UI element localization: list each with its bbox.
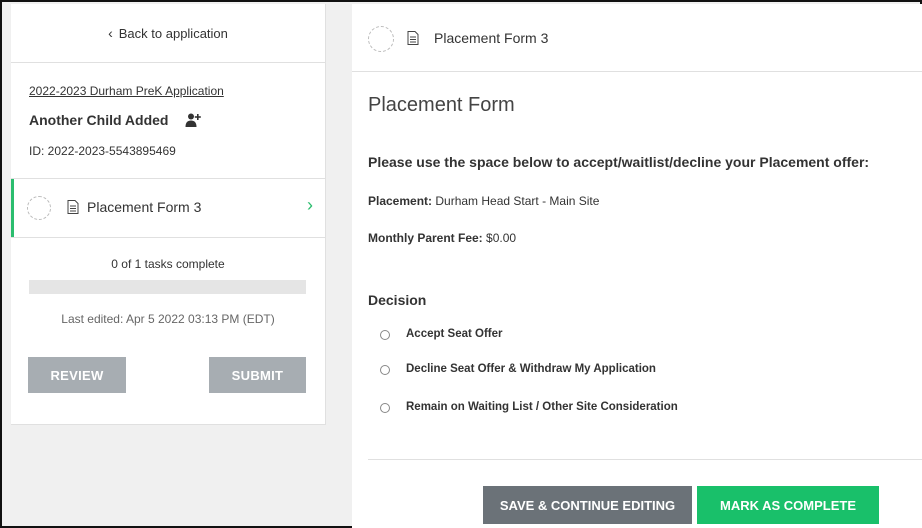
radio-button[interactable] bbox=[380, 365, 390, 375]
task-header: Placement Form 3 bbox=[352, 4, 922, 72]
placement-label: Placement: bbox=[368, 194, 433, 208]
radio-button[interactable] bbox=[380, 330, 390, 340]
fee-label: Monthly Parent Fee: bbox=[368, 231, 483, 245]
child-name: Another Child Added bbox=[29, 112, 169, 128]
sidebar-task-label: Placement Form 3 bbox=[87, 199, 202, 215]
fee-value: $0.00 bbox=[486, 231, 517, 245]
mark-complete-button[interactable]: MARK AS COMPLETE bbox=[697, 486, 879, 524]
last-edited-timestamp: Last edited: Apr 5 2022 03:13 PM (EDT) bbox=[61, 312, 275, 326]
document-icon bbox=[67, 200, 79, 214]
form-title: Placement Form bbox=[368, 94, 515, 116]
back-to-application-link[interactable]: ‹ Back to application bbox=[11, 4, 325, 63]
back-label: Back to application bbox=[118, 26, 228, 41]
submit-button[interactable]: SUBMIT bbox=[209, 357, 306, 393]
option-label: Accept Seat Offer bbox=[406, 328, 503, 340]
application-id: ID: 2022-2023-5543895469 bbox=[29, 144, 176, 158]
option-label: Remain on Waiting List / Other Site Cons… bbox=[406, 401, 678, 413]
pending-circle-icon bbox=[368, 26, 394, 52]
document-icon bbox=[407, 31, 419, 45]
main-panel: Placement Form 3 Placement Form Please u… bbox=[352, 4, 922, 528]
chevron-left-icon: ‹ bbox=[108, 25, 113, 41]
tasks-complete-count: 0 of 1 tasks complete bbox=[111, 257, 225, 271]
pending-circle-icon bbox=[27, 196, 51, 220]
sidebar-task-placement-form[interactable]: Placement Form 3 › bbox=[11, 178, 325, 238]
task-header-label: Placement Form 3 bbox=[434, 30, 549, 46]
sidebar: ‹ Back to application 2022-2023 Durham Pr… bbox=[11, 4, 326, 425]
save-continue-button[interactable]: SAVE & CONTINUE EDITING bbox=[483, 486, 692, 524]
application-name-link[interactable]: 2022-2023 Durham PreK Application bbox=[29, 84, 224, 98]
decision-label: Decision bbox=[368, 292, 427, 308]
placement-value: Durham Head Start - Main Site bbox=[435, 194, 600, 208]
chevron-right-icon[interactable]: › bbox=[307, 195, 313, 216]
active-indicator bbox=[11, 179, 14, 237]
review-button[interactable]: REVIEW bbox=[28, 357, 126, 393]
form-instruction: Please use the space below to accept/wai… bbox=[368, 154, 870, 170]
option-label: Decline Seat Offer & Withdraw My Applica… bbox=[406, 363, 656, 375]
radio-button[interactable] bbox=[380, 403, 390, 413]
divider bbox=[368, 459, 922, 460]
tasks-progress-bar bbox=[29, 280, 306, 294]
placement-field: Placement: Durham Head Start - Main Site bbox=[368, 194, 599, 208]
person-plus-icon bbox=[185, 113, 201, 127]
fee-field: Monthly Parent Fee: $0.00 bbox=[368, 231, 516, 245]
